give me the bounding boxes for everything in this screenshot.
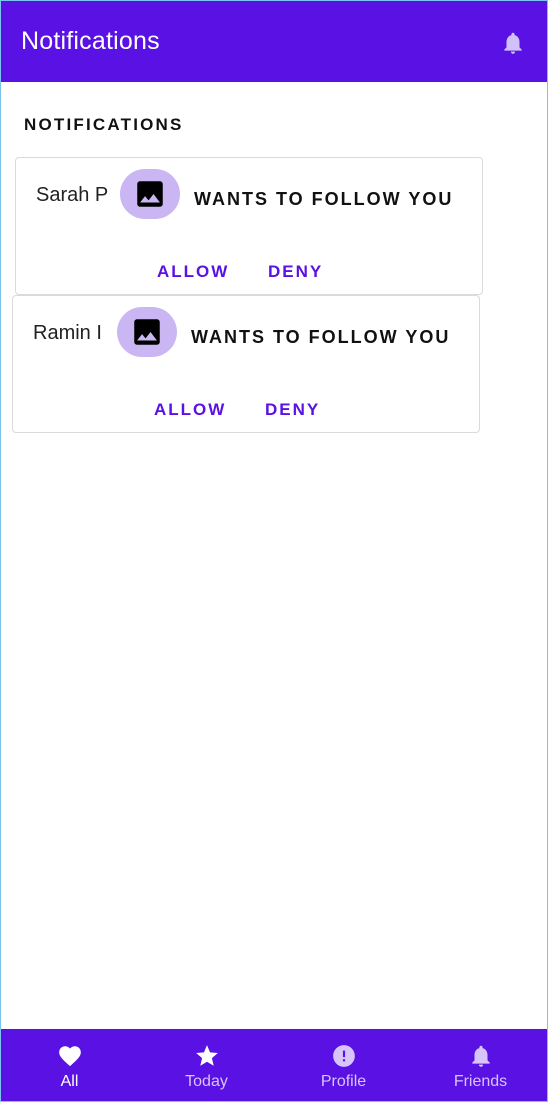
bell-icon	[471, 1045, 490, 1067]
allow-button[interactable]: ALLOW	[154, 400, 226, 420]
heart-icon	[58, 1046, 81, 1067]
avatar	[120, 169, 180, 219]
page-title: Notifications	[21, 27, 160, 55]
allow-button[interactable]: ALLOW	[157, 262, 229, 282]
section-heading: NOTIFICATIONS	[24, 115, 184, 134]
app-screen: Notifications NOTIFICATIONS Sarah P WANT…	[0, 0, 548, 1102]
nav-item-today[interactable]: Today	[138, 1029, 275, 1101]
alert-icon	[332, 1045, 355, 1067]
nav-label: Profile	[320, 1073, 367, 1090]
image-icon	[137, 181, 163, 207]
nav-label: All	[60, 1073, 79, 1090]
nav-label: Today	[185, 1073, 228, 1090]
star-icon	[195, 1045, 218, 1066]
nav-item-profile[interactable]: Profile	[275, 1029, 412, 1101]
avatar	[117, 307, 177, 357]
deny-button[interactable]: DENY	[268, 262, 323, 282]
nav-item-friends[interactable]: Friends	[412, 1029, 547, 1101]
sender-name: Ramin I	[33, 322, 102, 344]
image-icon	[134, 319, 160, 345]
bottom-navigation: All Today Profile Friends	[1, 1029, 547, 1101]
notification-card: Ramin I WANTS TO FOLLOW YOU ALLOW DENY	[12, 295, 480, 433]
deny-button[interactable]: DENY	[265, 400, 320, 420]
notification-card: Sarah P WANTS TO FOLLOW YOU ALLOW DENY	[15, 157, 483, 295]
nav-label: Friends	[453, 1073, 508, 1090]
top-app-bar: Notifications	[1, 1, 547, 82]
sender-name: Sarah P	[36, 184, 109, 206]
notification-message: WANTS TO FOLLOW YOU	[194, 189, 454, 209]
notification-message: WANTS TO FOLLOW YOU	[191, 327, 451, 347]
bell-icon[interactable]	[500, 29, 526, 57]
nav-item-all[interactable]: All	[1, 1029, 138, 1101]
